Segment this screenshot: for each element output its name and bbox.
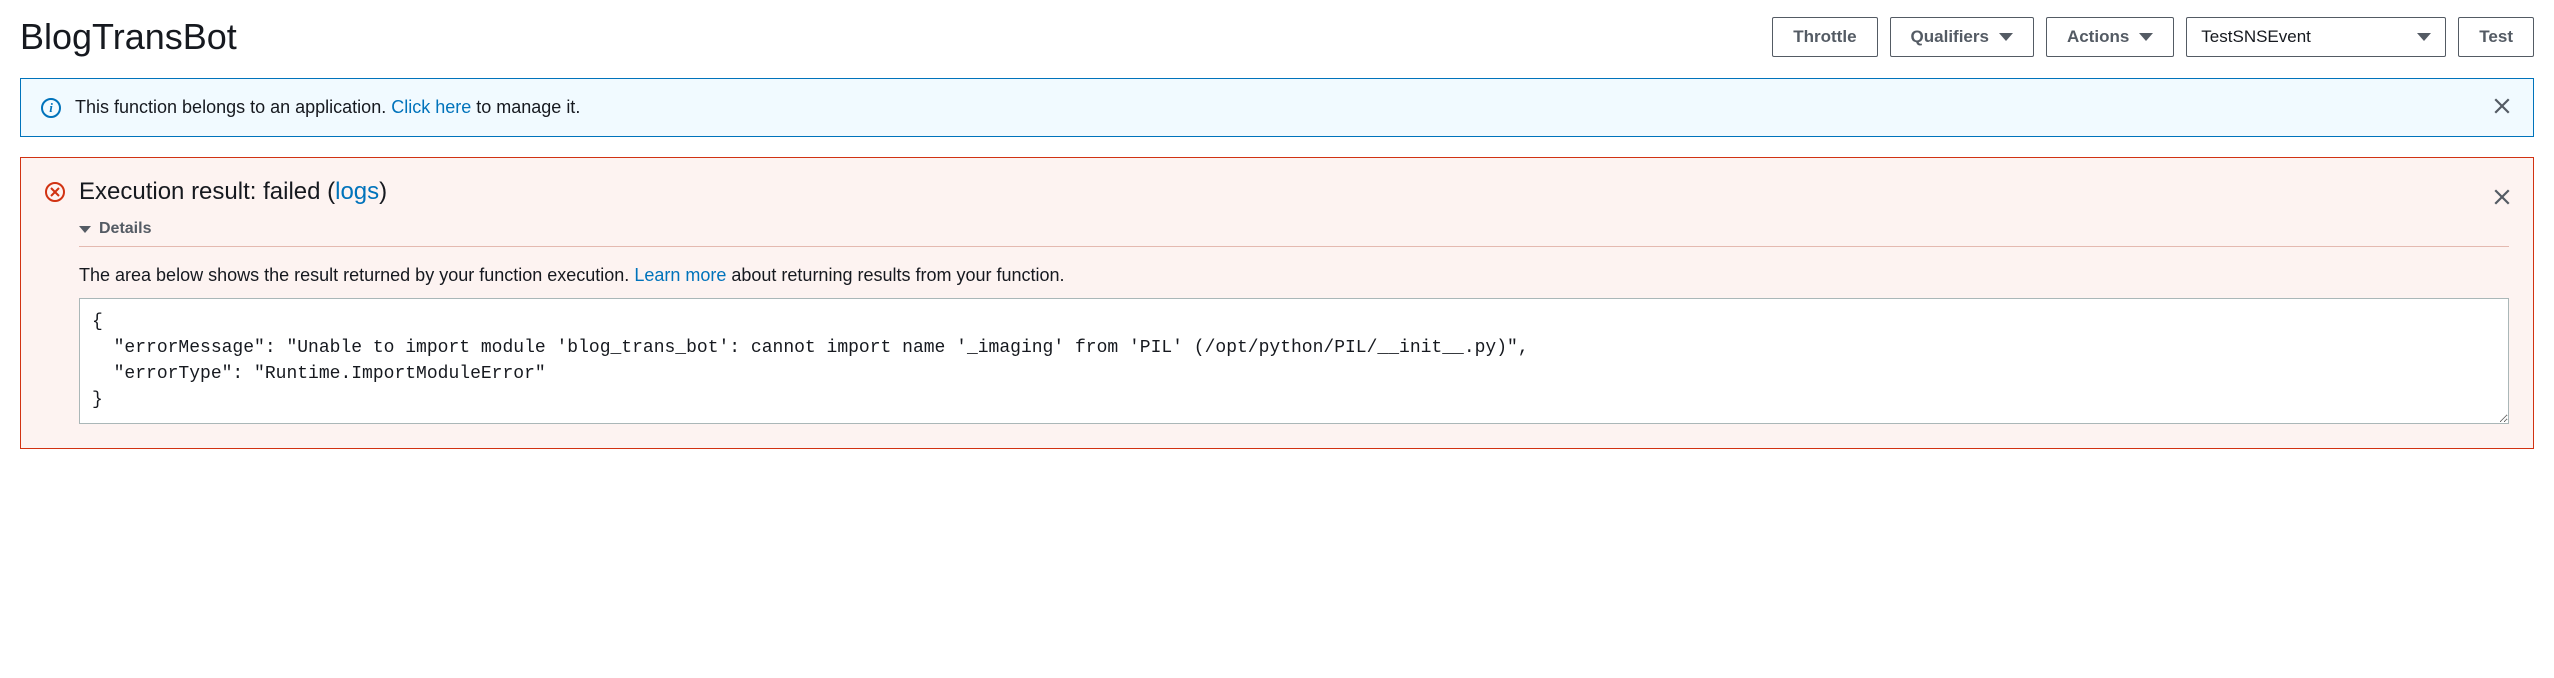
logs-link[interactable]: logs: [335, 178, 379, 205]
actions-dropdown[interactable]: Actions: [2046, 17, 2174, 57]
info-text-after: to manage it.: [471, 97, 580, 117]
chevron-down-icon: [2417, 33, 2431, 41]
info-icon: i: [41, 98, 61, 118]
error-icon: [45, 182, 65, 202]
test-event-select[interactable]: TestSNSEvent: [2186, 17, 2446, 57]
divider: [79, 246, 2509, 247]
triangle-down-icon: [79, 226, 91, 233]
details-toggle[interactable]: Details: [79, 220, 2509, 246]
header-actions: Throttle Qualifiers Actions TestSNSEvent…: [1772, 17, 2534, 57]
qualifiers-dropdown[interactable]: Qualifiers: [1890, 17, 2034, 57]
chevron-down-icon: [1999, 33, 2013, 41]
test-event-selected: TestSNSEvent: [2201, 27, 2311, 47]
error-title-suffix: ): [379, 178, 387, 205]
actions-label: Actions: [2067, 27, 2129, 47]
error-header: Execution result: failed (logs): [45, 178, 2509, 206]
desc-before: The area below shows the result returned…: [79, 265, 634, 285]
result-output[interactable]: { "errorMessage": "Unable to import modu…: [79, 298, 2509, 424]
qualifiers-label: Qualifiers: [1911, 27, 1989, 47]
throttle-button[interactable]: Throttle: [1772, 17, 1877, 57]
chevron-down-icon: [2139, 33, 2153, 41]
learn-more-link[interactable]: Learn more: [634, 265, 726, 285]
manage-application-link[interactable]: Click here: [391, 97, 471, 117]
page-title: BlogTransBot: [20, 16, 237, 58]
test-label: Test: [2479, 27, 2513, 47]
close-info-button[interactable]: [2489, 91, 2515, 125]
desc-after: about returning results from your functi…: [726, 265, 1064, 285]
info-text-before: This function belongs to an application.: [75, 97, 391, 117]
error-banner: Execution result: failed (logs) Details …: [20, 157, 2534, 449]
close-error-button[interactable]: [2489, 182, 2515, 216]
error-body: Details The area below shows the result …: [45, 220, 2509, 424]
details-label: Details: [99, 220, 151, 238]
close-icon: [2493, 188, 2511, 206]
error-title-prefix: Execution result: failed (: [79, 178, 335, 205]
info-message: This function belongs to an application.…: [75, 97, 580, 118]
throttle-label: Throttle: [1793, 27, 1856, 47]
close-icon: [2493, 97, 2511, 115]
header-row: BlogTransBot Throttle Qualifiers Actions…: [20, 16, 2534, 58]
test-button[interactable]: Test: [2458, 17, 2534, 57]
details-description: The area below shows the result returned…: [79, 265, 2509, 286]
error-title: Execution result: failed (logs): [79, 178, 387, 206]
info-banner: i This function belongs to an applicatio…: [20, 78, 2534, 137]
